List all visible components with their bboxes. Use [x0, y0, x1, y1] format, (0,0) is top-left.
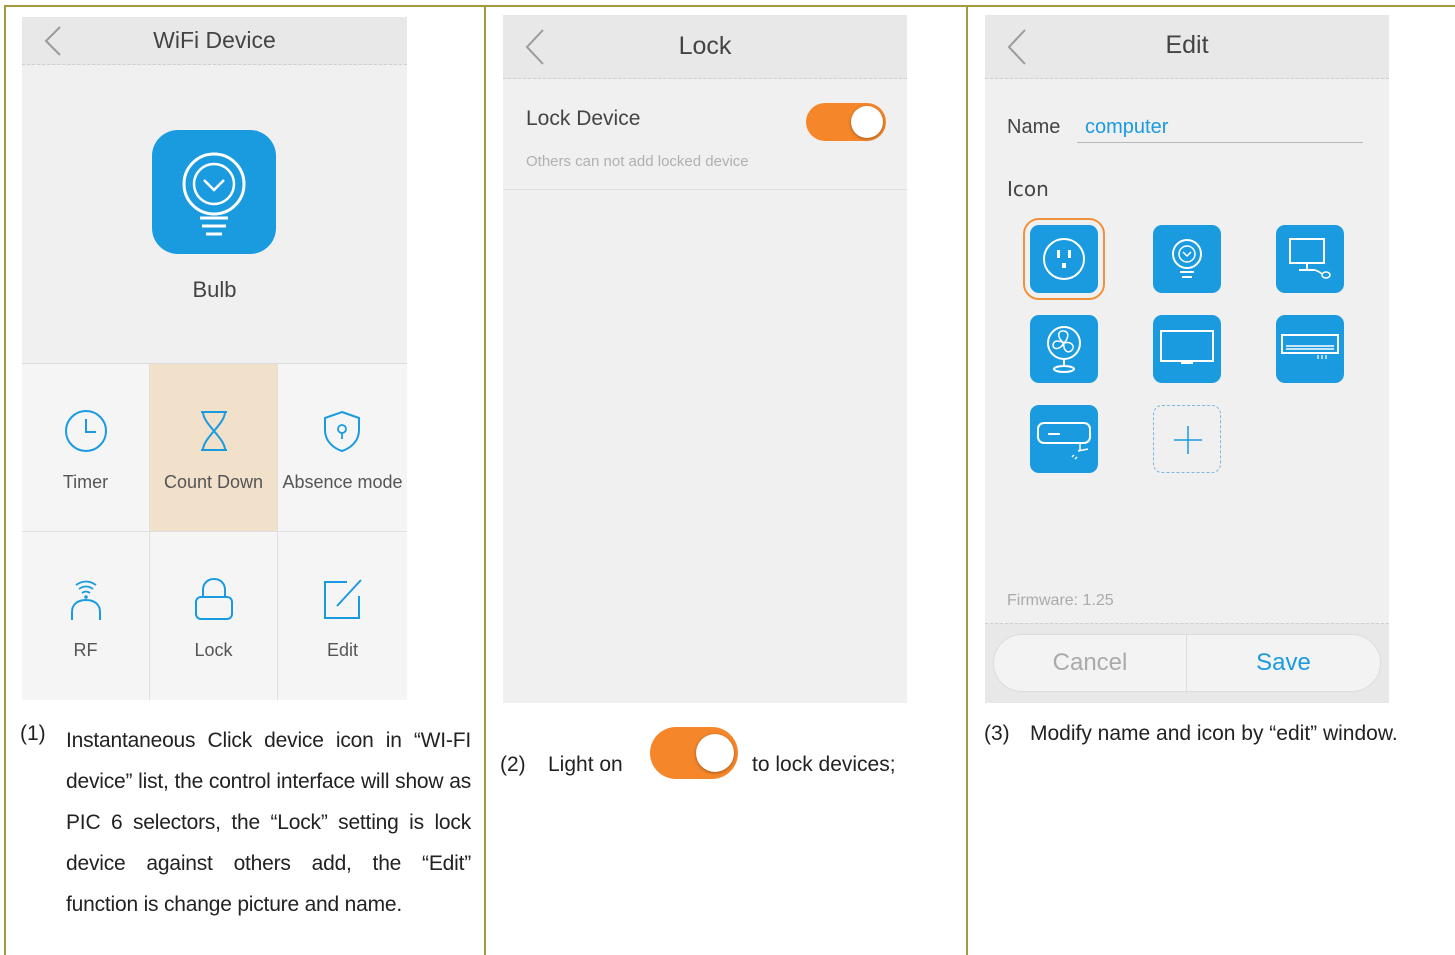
- shield-icon: [324, 410, 360, 453]
- rf-signal-icon: [71, 580, 101, 620]
- table-border-col1: [484, 5, 486, 955]
- computer-icon: [1289, 238, 1331, 279]
- menu-label: RF: [73, 640, 98, 660]
- water-heater-icon: [1037, 422, 1091, 460]
- fan-icon: [1047, 326, 1081, 373]
- socket-icon: [1043, 238, 1085, 280]
- table-border-col2: [966, 5, 968, 955]
- menu-label: Count Down: [163, 472, 264, 492]
- menu-absence-mode[interactable]: Absence mode: [278, 364, 407, 532]
- lock-device-row: Lock Device Others can not add locked de…: [503, 79, 907, 190]
- lock-device-toggle[interactable]: [806, 103, 886, 141]
- button-group: Cancel Save: [993, 634, 1381, 692]
- toggle-knob: [851, 106, 883, 138]
- icon-option-fan[interactable]: [1030, 315, 1098, 383]
- menu-timer[interactable]: Timer: [22, 364, 150, 532]
- menu-rf[interactable]: RF: [22, 532, 150, 700]
- caption-2-text-b: to lock devices;: [752, 753, 896, 776]
- navbar: Edit: [985, 15, 1389, 79]
- lock-screen: Lock Lock Device Others can not add lock…: [503, 15, 907, 703]
- name-label: Name: [1007, 116, 1061, 138]
- menu-lock[interactable]: Lock: [150, 532, 278, 700]
- icon-option-air-conditioner[interactable]: [1276, 315, 1344, 383]
- device-icon-button[interactable]: [152, 130, 276, 254]
- name-input-underline: [1077, 142, 1363, 143]
- wifi-device-screen: WiFi Device Bulb Timer Count Down Absenc…: [22, 17, 407, 700]
- menu-edit[interactable]: Edit: [278, 532, 407, 700]
- cancel-button[interactable]: Cancel: [994, 635, 1187, 691]
- caption-2-text-a: Light on: [548, 753, 623, 776]
- add-icon: [1174, 426, 1202, 454]
- lock-device-label: Lock Device: [526, 107, 641, 130]
- icon-option-bulb[interactable]: [1153, 225, 1221, 293]
- navbar: Lock: [503, 15, 907, 79]
- name-input[interactable]: computer: [1085, 116, 1168, 139]
- air-conditioner-icon: [1281, 334, 1339, 359]
- caption-1-number: (1): [20, 722, 46, 745]
- page-title: WiFi Device: [153, 27, 276, 53]
- hourglass-icon: [201, 411, 227, 451]
- device-name: Bulb: [192, 277, 237, 302]
- page-title: Lock: [678, 32, 732, 60]
- edit-icon: [324, 579, 362, 619]
- icon-option-water-heater[interactable]: [1030, 405, 1098, 473]
- menu-label: Timer: [62, 472, 109, 492]
- save-button[interactable]: Save: [1187, 635, 1380, 691]
- lock-icon: [195, 577, 233, 620]
- firmware-version: Firmware: 1.25: [1007, 592, 1114, 609]
- toggle-knob: [696, 734, 734, 772]
- tv-icon: [1160, 330, 1214, 364]
- caption-1-text: Instantaneous Click device icon in “WI-F…: [66, 729, 471, 916]
- navbar: WiFi Device: [22, 17, 407, 65]
- caption-2-number: (2): [500, 753, 526, 776]
- add-icon-button[interactable]: [1153, 405, 1221, 473]
- bulb-icon: [1172, 239, 1202, 278]
- menu-label: Edit: [326, 640, 359, 660]
- lock-device-hint: Others can not add locked device: [526, 153, 749, 170]
- clock-icon: [65, 410, 107, 452]
- edit-screen: Edit Name computer Icon Firmware: 1.25 C…: [985, 15, 1389, 703]
- table-border-left: [4, 5, 6, 955]
- menu-label: Absence mode: [282, 472, 403, 492]
- function-grid: Timer Count Down Absence mode RF Lock Ed…: [22, 363, 407, 700]
- menu-count-down[interactable]: Count Down: [150, 364, 278, 532]
- action-bar: Cancel Save: [985, 623, 1389, 703]
- menu-label: Lock: [194, 640, 233, 660]
- table-top-border: [4, 5, 1455, 7]
- caption-3-text: Modify name and icon by “edit” window.: [1030, 722, 1398, 745]
- icon-option-socket[interactable]: [1023, 218, 1105, 300]
- caption-3-number: (3): [984, 722, 1010, 745]
- icon-option-tv[interactable]: [1153, 315, 1221, 383]
- page-title: Edit: [1165, 31, 1209, 59]
- icon-option-computer[interactable]: [1276, 225, 1344, 293]
- icon-label: Icon: [1007, 177, 1049, 201]
- caption-toggle-image: [650, 727, 738, 779]
- bulb-icon: [182, 152, 246, 236]
